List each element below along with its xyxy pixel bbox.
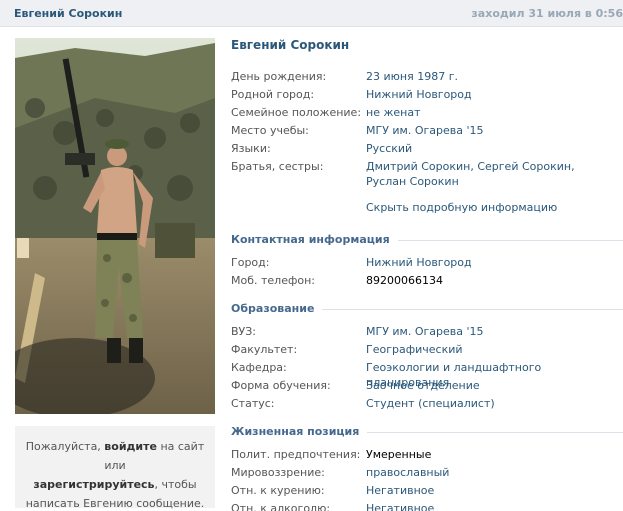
info-label: Семейное положение: — [231, 106, 362, 119]
info-label: Братья, сестры: — [231, 160, 324, 173]
info-value-link[interactable]: Студент (специалист) — [366, 396, 616, 411]
info-label: Статус: — [231, 397, 275, 410]
sibling-link[interactable]: Дмитрий Сорокин — [366, 160, 470, 173]
profile-info-column: Евгений Сорокин День рождения: 23 июня 1… — [231, 38, 623, 511]
section-title: Контактная информация — [231, 233, 398, 246]
info-label: Родной город: — [231, 88, 315, 101]
section-life-position-header: Жизненная позиция — [231, 425, 623, 440]
info-value-link[interactable]: Негативное — [366, 483, 616, 498]
info-label: Языки: — [231, 142, 271, 155]
info-label: ВУЗ: — [231, 325, 257, 338]
info-value-link[interactable]: Негативное — [366, 501, 616, 511]
info-row-siblings: Братья, сестры: Дмитрий Сорокин, Сергей … — [231, 159, 623, 191]
info-label: Отн. к алкоголю: — [231, 502, 331, 511]
profile-photo[interactable] — [15, 38, 215, 414]
profile-name-heading: Евгений Сорокин — [231, 38, 350, 52]
section-title: Жизненная позиция — [231, 425, 368, 438]
info-label: Отн. к курению: — [231, 484, 325, 497]
info-value-text: Умеренные — [366, 448, 432, 461]
info-value-link[interactable]: не женат — [366, 105, 616, 120]
section-contacts-header: Контактная информация — [231, 233, 623, 248]
info-label: Полит. предпочтения: — [231, 448, 361, 461]
info-value-link[interactable]: Заочное отделение — [366, 378, 616, 393]
info-label: Факультет: — [231, 343, 298, 356]
info-value-link[interactable]: Нижний Новгород — [366, 255, 616, 270]
message-prompt-box: Пожалуйста, войдите на сайт или зарегист… — [15, 426, 215, 510]
info-label: Город: — [231, 256, 270, 269]
info-label: Форма обучения: — [231, 379, 331, 392]
sibling-link[interactable]: Сергей Сорокин — [477, 160, 571, 173]
info-label: Кафедра: — [231, 361, 287, 374]
info-value-link[interactable]: МГУ им. Огарева '15 — [366, 324, 616, 339]
info-value-link[interactable]: Нижний Новгород — [366, 87, 616, 102]
section-education-header: Образование — [231, 302, 623, 317]
siblings-list: Дмитрий Сорокин, Сергей Сорокин, Руслан … — [366, 159, 616, 189]
login-link[interactable]: войдите — [104, 440, 157, 453]
info-label: Мировоззрение: — [231, 466, 325, 479]
info-label: Место учебы: — [231, 124, 309, 137]
info-value-text: 89200066134 — [366, 274, 443, 287]
separator: , — [571, 160, 575, 173]
info-value-link[interactable]: Русский — [366, 141, 616, 156]
info-value-link[interactable]: МГУ им. Огарева '15 — [366, 123, 616, 138]
info-value-link[interactable]: православный — [366, 465, 616, 480]
left-column — [15, 38, 215, 414]
info-value-link[interactable]: 23 июня 1987 г. — [366, 69, 616, 84]
register-link[interactable]: зарегистрируйтесь — [33, 478, 154, 491]
info-value-link[interactable]: Географический — [366, 342, 616, 357]
info-label: Моб. телефон: — [231, 274, 316, 287]
info-label: День рождения: — [231, 70, 327, 83]
header-profile-name[interactable]: Евгений Сорокин — [14, 7, 122, 20]
sibling-link[interactable]: Руслан Сорокин — [366, 175, 459, 188]
section-title: Образование — [231, 302, 323, 315]
profile-header-bar: Евгений Сорокин заходил 31 июля в 0:56 — [0, 0, 623, 27]
profile-photo-image — [15, 38, 215, 414]
message-prefix: Пожалуйста, — [25, 440, 105, 453]
last-seen-status: заходил 31 июля в 0:56 — [471, 7, 623, 20]
hide-details-link[interactable]: Скрыть подробную информацию — [366, 201, 557, 214]
